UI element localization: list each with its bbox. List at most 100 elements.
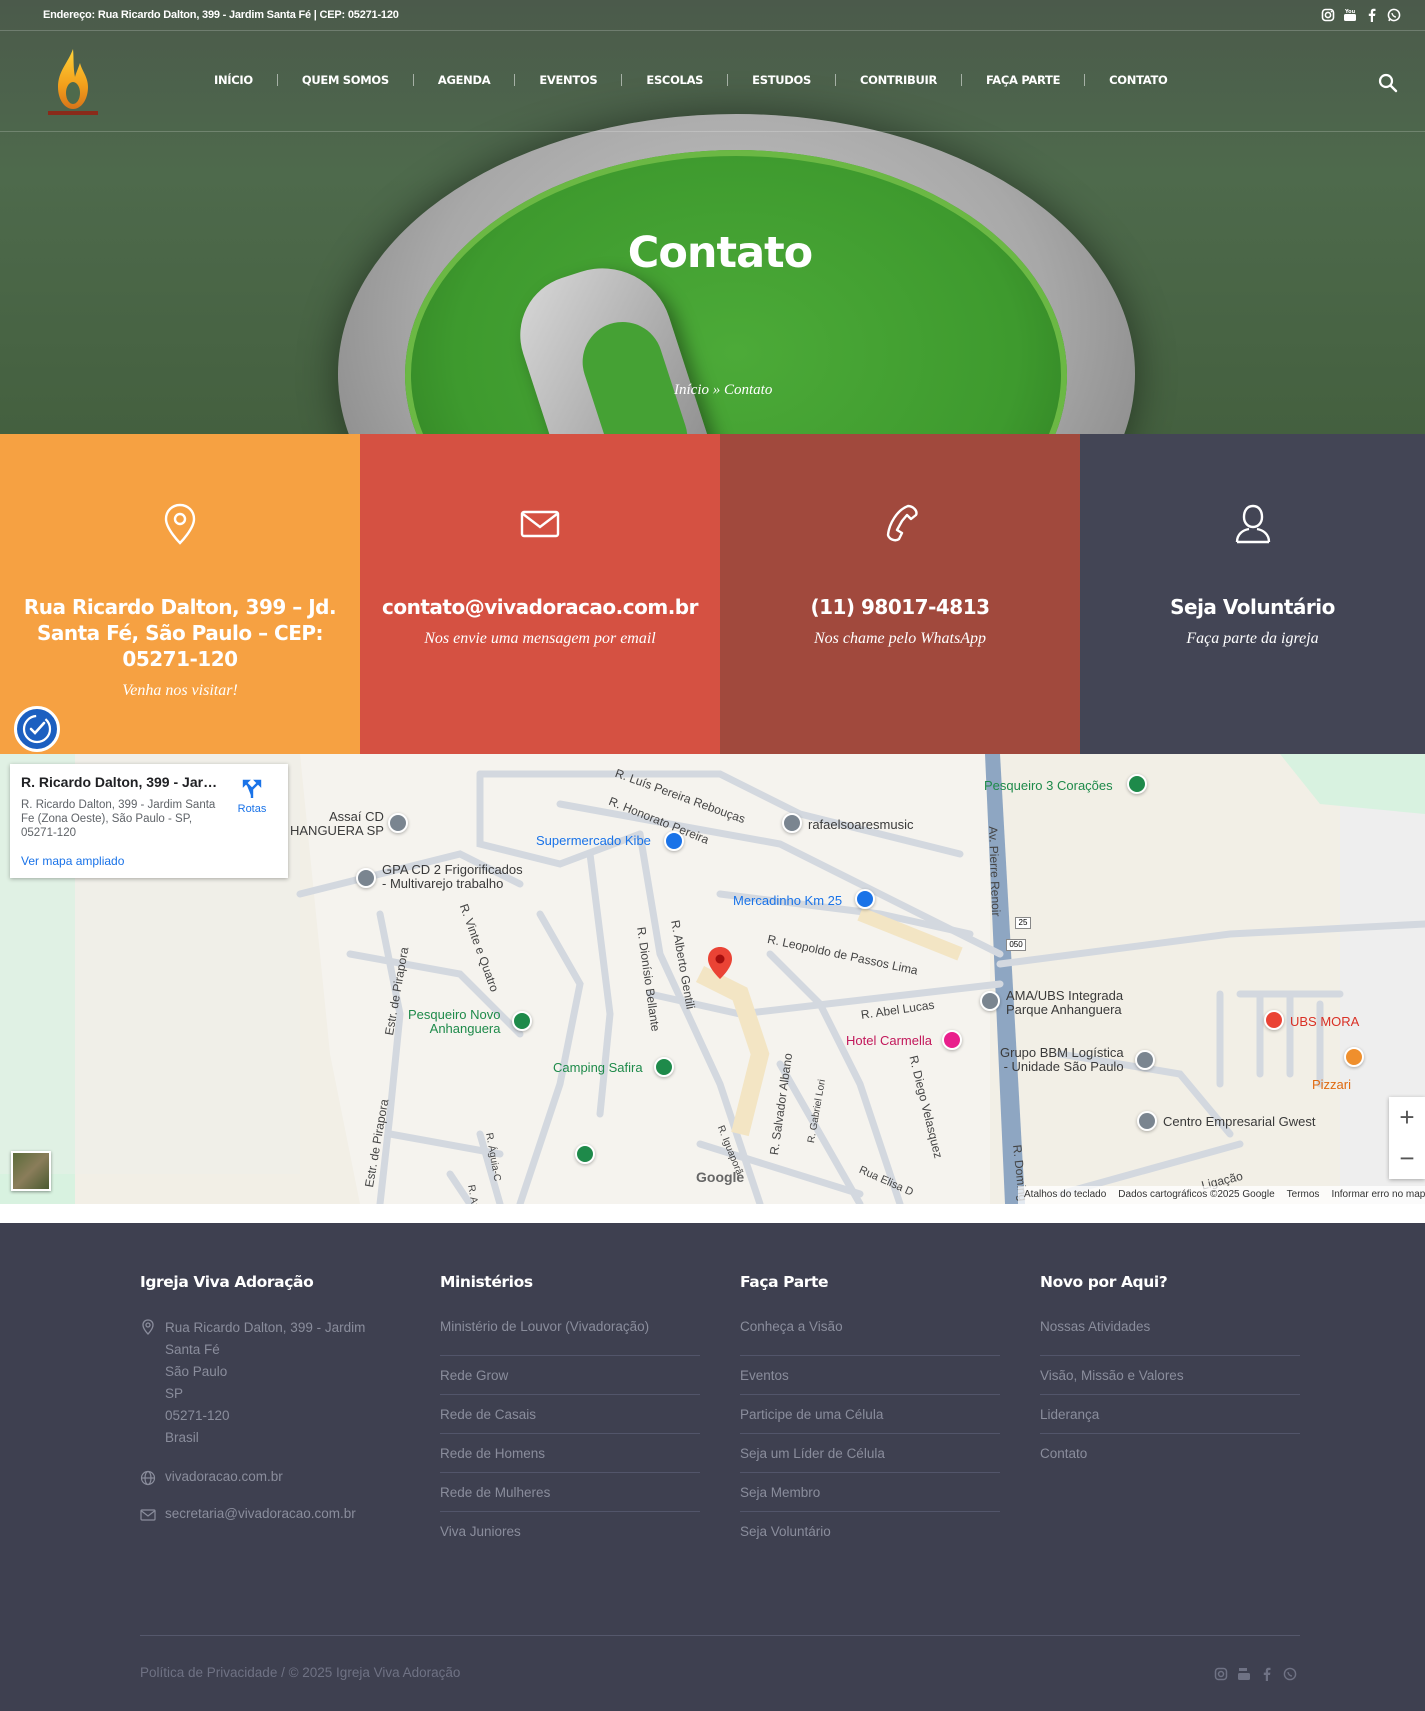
- map-place-label[interactable]: Assaí CD HANGUERA SP: [290, 810, 384, 838]
- footer-link[interactable]: Liderança: [1040, 1395, 1300, 1434]
- map-place-label[interactable]: GPA CD 2 Frigorificados - Multivarejo tr…: [382, 863, 523, 891]
- contact-box-volunteer[interactable]: Seja Voluntário Faça parte da igreja: [1080, 434, 1425, 754]
- footer-link[interactable]: Rede de Casais: [440, 1395, 700, 1434]
- nav-contribuir[interactable]: CONTRIBUIR: [860, 73, 937, 87]
- nav-faca-parte[interactable]: FAÇA PARTE: [986, 73, 1060, 87]
- map-place-label[interactable]: Camping Safira: [553, 1060, 643, 1075]
- report-error-link[interactable]: Informar erro no map: [1331, 1189, 1425, 1201]
- contact-box-email[interactable]: contato@vivadoracao.com.br Nos envie uma…: [360, 434, 720, 754]
- contact-box-phone[interactable]: (11) 98017-4813 Nos chame pelo WhatsApp: [720, 434, 1080, 754]
- terms-link[interactable]: Termos: [1287, 1189, 1320, 1201]
- map-pin-icon[interactable]: [1264, 1010, 1284, 1030]
- map-pin-icon[interactable]: [575, 1144, 595, 1164]
- footer-link[interactable]: Rede de Homens: [440, 1434, 700, 1473]
- instagram-icon[interactable]: [1321, 8, 1335, 22]
- nav-contato[interactable]: CONTATO: [1109, 73, 1168, 87]
- map-place-label[interactable]: UBS MORA: [1290, 1014, 1359, 1029]
- location-marker-icon[interactable]: [707, 946, 733, 980]
- footer-link[interactable]: Eventos: [740, 1356, 1000, 1395]
- user-icon: [1233, 502, 1273, 546]
- zoom-out-icon[interactable]: −: [1389, 1138, 1425, 1179]
- footer-link[interactable]: Rede de Mulheres: [440, 1473, 700, 1512]
- footer-link[interactable]: Participe de uma Célula: [740, 1395, 1000, 1434]
- footer-address-line: Santa Fé: [165, 1342, 220, 1357]
- embedded-map[interactable]: R. Ricardo Dalton, 399 - Jardi... R. Ric…: [0, 754, 1425, 1204]
- footer-link[interactable]: Seja um Líder de Célula: [740, 1434, 1000, 1473]
- whatsapp-icon[interactable]: [1283, 1667, 1297, 1681]
- map-place-label[interactable]: Centro Empresarial Gwest: [1163, 1114, 1315, 1129]
- footer-email-text[interactable]: secretaria@vivadoracao.com.br: [165, 1506, 356, 1521]
- site-footer: Igreja Viva Adoração Rua Ricardo Dalton,…: [0, 1223, 1425, 1711]
- map-pin-icon[interactable]: [980, 991, 1000, 1011]
- footer-heading: Ministérios: [440, 1273, 533, 1291]
- map-pin-icon[interactable]: [1137, 1111, 1157, 1131]
- map-pin-icon[interactable]: [782, 813, 802, 833]
- nav-estudos[interactable]: ESTUDOS: [752, 73, 811, 87]
- footer-website-text[interactable]: vivadoracao.com.br: [165, 1469, 283, 1484]
- footer-link[interactable]: Conheça a Visão: [740, 1317, 1000, 1356]
- map-pin-icon[interactable]: [1135, 1050, 1155, 1070]
- map-place-label[interactable]: Hotel Carmella: [846, 1033, 932, 1048]
- keyboard-shortcuts-link[interactable]: Atalhos do teclado: [1024, 1189, 1106, 1201]
- instagram-icon[interactable]: [1214, 1667, 1228, 1681]
- map-place-label[interactable]: Pesqueiro Novo Anhanguera: [408, 1008, 501, 1036]
- facebook-icon[interactable]: [1260, 1667, 1274, 1681]
- footer-link[interactable]: Seja Membro: [740, 1473, 1000, 1512]
- volunteer-title[interactable]: Seja Voluntário: [1100, 594, 1405, 620]
- footer-link[interactable]: Seja Voluntário: [740, 1512, 1000, 1551]
- footer-heading: Faça Parte: [740, 1273, 829, 1291]
- map-pin-icon[interactable]: [855, 889, 875, 909]
- directions-icon: [242, 779, 262, 798]
- footer-social-links: [1214, 1667, 1297, 1681]
- contact-email[interactable]: contato@vivadoracao.com.br: [380, 594, 700, 620]
- nav-eventos[interactable]: EVENTOS: [539, 73, 597, 87]
- map-pin-icon[interactable]: [942, 1030, 962, 1050]
- map-place-label[interactable]: Supermercado Kibe: [536, 833, 651, 848]
- map-pin-icon[interactable]: [388, 813, 408, 833]
- contact-phone[interactable]: (11) 98017-4813: [740, 594, 1060, 620]
- footer-link[interactable]: Contato: [1040, 1434, 1300, 1473]
- footer-link[interactable]: Nossas Atividades: [1040, 1317, 1300, 1356]
- footer-link[interactable]: Ministério de Louvor (Vivadoração): [440, 1317, 700, 1356]
- map-place-label[interactable]: Grupo BBM Logística - Unidade São Paulo: [1000, 1046, 1124, 1074]
- map-place-label[interactable]: AMA/UBS Integrada Parque Anhanguera: [1006, 989, 1123, 1017]
- map-place-label[interactable]: Pizzari: [1312, 1077, 1351, 1092]
- map-pin-icon[interactable]: [1344, 1047, 1364, 1067]
- nav-separator: [961, 74, 963, 86]
- satellite-toggle[interactable]: [11, 1151, 51, 1191]
- map-place-label[interactable]: Mercadinho Km 25: [733, 893, 842, 908]
- zoom-in-icon[interactable]: +: [1389, 1097, 1425, 1138]
- footer-address-line: 05271-120: [165, 1408, 230, 1423]
- map-view-larger-link[interactable]: Ver mapa ampliado: [21, 854, 124, 868]
- accessibility-button[interactable]: [14, 706, 60, 752]
- facebook-icon[interactable]: [1365, 8, 1379, 22]
- footer-link[interactable]: Rede Grow: [440, 1356, 700, 1395]
- whatsapp-icon[interactable]: [1387, 8, 1401, 22]
- youtube-icon[interactable]: [1237, 1667, 1251, 1681]
- contact-box-address: Rua Ricardo Dalton, 399 – Jd. Santa Fé, …: [0, 434, 360, 754]
- map-place-label[interactable]: rafaelsoaresmusic: [808, 817, 914, 832]
- globe-icon: [140, 1470, 156, 1486]
- map-directions-button[interactable]: Rotas: [232, 778, 272, 815]
- church-logo[interactable]: [46, 45, 100, 119]
- footer-link[interactable]: Visão, Missão e Valores: [1040, 1356, 1300, 1395]
- map-pin-icon[interactable]: [512, 1011, 532, 1031]
- search-icon[interactable]: [1378, 73, 1398, 93]
- youtube-icon[interactable]: You: [1343, 8, 1357, 22]
- nav-escolas[interactable]: ESCOLAS: [646, 73, 703, 87]
- nav-inicio[interactable]: INÍCIO: [214, 73, 253, 87]
- map-pin-icon[interactable]: [654, 1057, 674, 1077]
- footer-website[interactable]: vivadoracao.com.br: [140, 1469, 400, 1486]
- contact-email-subtitle: Nos envie uma mensagem por email: [424, 630, 656, 647]
- map-place-label[interactable]: Pesqueiro 3 Corações: [984, 778, 1113, 793]
- nav-quem-somos[interactable]: QUEM SOMOS: [302, 73, 389, 87]
- map-pin-icon: [140, 1319, 156, 1335]
- map-pin-icon[interactable]: [1127, 774, 1147, 794]
- footer-email[interactable]: secretaria@vivadoracao.com.br: [140, 1506, 400, 1521]
- breadcrumb[interactable]: Início » Contato: [674, 382, 772, 399]
- footer-link[interactable]: Viva Juniores: [440, 1512, 700, 1551]
- map-pin-icon[interactable]: [356, 868, 376, 888]
- nav-separator: [1084, 74, 1086, 86]
- nav-agenda[interactable]: AGENDA: [438, 73, 491, 87]
- footer-copyright[interactable]: Política de Privacidade / © 2025 Igreja …: [140, 1665, 460, 1680]
